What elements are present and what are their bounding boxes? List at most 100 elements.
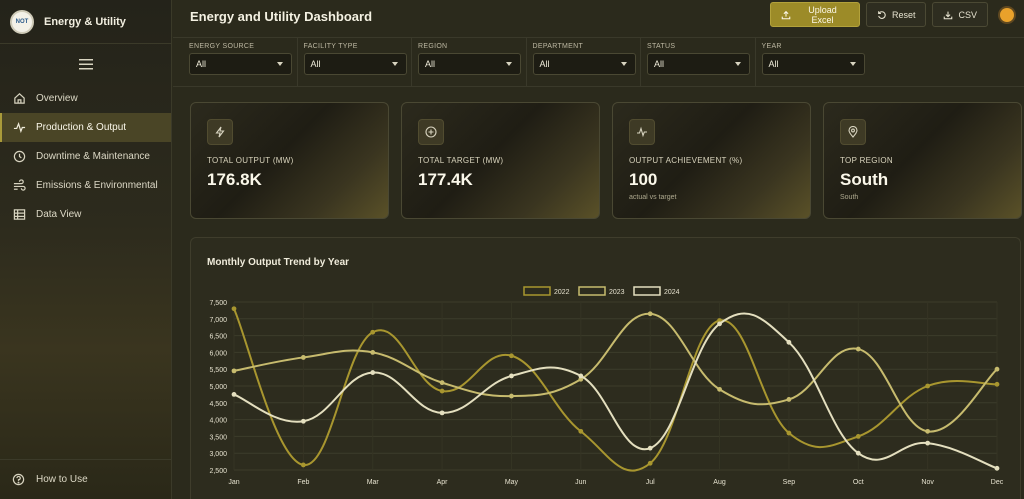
filter-label: YEAR bbox=[761, 43, 782, 50]
y-tick-label: 3,000 bbox=[209, 451, 227, 458]
filter-facility-type: FACILITY TYPE All bbox=[298, 38, 412, 86]
energy-source-select[interactable]: All bbox=[189, 53, 292, 75]
data-point-2023 bbox=[439, 380, 445, 386]
upload-icon bbox=[781, 10, 791, 19]
map-pin-icon bbox=[840, 119, 866, 145]
x-tick-label: Jan bbox=[228, 479, 239, 486]
kpi-subtext: actual vs target bbox=[629, 194, 677, 201]
data-point-2022 bbox=[370, 329, 376, 335]
kpi-value: South bbox=[840, 170, 889, 189]
data-point-2024 bbox=[439, 410, 445, 416]
sidebar-item-emissions-environmental[interactable]: Emissions & Environmental bbox=[0, 171, 171, 200]
select-value: All bbox=[768, 59, 779, 69]
how-to-use-label: How to Use bbox=[36, 474, 88, 485]
sidebar-item-production-output[interactable]: Production & Output bbox=[0, 113, 171, 142]
kpi-value: 177.4K bbox=[418, 170, 473, 189]
y-tick-label: 3,500 bbox=[209, 434, 227, 441]
kpi-value: 100 bbox=[629, 170, 658, 189]
y-tick-label: 4,500 bbox=[209, 401, 227, 408]
data-point-2022 bbox=[509, 353, 514, 359]
x-tick-label: May bbox=[505, 479, 519, 486]
filter-status: STATUS All bbox=[641, 38, 756, 86]
help-circle-icon bbox=[12, 473, 26, 487]
y-tick-label: 6,500 bbox=[209, 334, 227, 341]
data-point-2023 bbox=[925, 428, 931, 434]
data-point-2023 bbox=[786, 397, 792, 402]
data-point-2022 bbox=[855, 434, 861, 439]
y-tick-label: 7,500 bbox=[209, 300, 227, 307]
legend-swatch-2024 bbox=[633, 286, 661, 296]
sidebar-item-data-view[interactable]: Data View bbox=[0, 200, 171, 229]
reset-label: Reset bbox=[891, 9, 916, 20]
x-tick-label: Nov bbox=[921, 479, 934, 486]
facility-type-select[interactable]: All bbox=[303, 53, 407, 75]
sidebar-nav: Overview Production & Output Downtime & … bbox=[0, 84, 171, 229]
data-point-2022 bbox=[925, 383, 931, 389]
select-value: All bbox=[196, 59, 207, 69]
data-point-2024 bbox=[647, 445, 653, 451]
brand[interactable]: NOT Energy & Utility bbox=[0, 0, 171, 44]
department-select[interactable]: All bbox=[532, 53, 636, 75]
csv-export-button[interactable]: CSV bbox=[932, 2, 988, 27]
select-value: All bbox=[425, 59, 436, 69]
data-point-2022 bbox=[647, 460, 653, 466]
wind-icon bbox=[12, 179, 26, 193]
reset-button[interactable]: Reset bbox=[865, 2, 927, 27]
upload-excel-button[interactable]: Upload Excel bbox=[769, 2, 860, 27]
x-tick-label: Oct bbox=[853, 479, 864, 486]
legend-swatch-2022 bbox=[523, 286, 551, 296]
menu-toggle-button[interactable] bbox=[0, 44, 171, 84]
data-point-2022 bbox=[439, 388, 445, 394]
chevron-down-icon bbox=[391, 62, 398, 66]
kpi-card-top-region: TOP REGION South South bbox=[823, 102, 1022, 219]
kpi-row: TOTAL OUTPUT (MW) 176.8K TOTAL TARGET (M… bbox=[190, 102, 1022, 219]
kpi-card-output-achievement: OUTPUT ACHIEVEMENT (%) 100 actual vs tar… bbox=[612, 102, 811, 219]
select-value: All bbox=[310, 59, 321, 69]
x-tick-label: Dec bbox=[991, 479, 1004, 486]
theme-toggle-sun-icon[interactable] bbox=[1000, 7, 1014, 22]
legend-label-2023: 2023 bbox=[609, 289, 625, 296]
chevron-down-icon bbox=[620, 62, 627, 66]
region-select[interactable]: All bbox=[418, 53, 521, 75]
sidebar: NOT Energy & Utility Overview Production… bbox=[0, 0, 172, 499]
x-tick-label: Jun bbox=[575, 479, 586, 486]
target-icon bbox=[418, 119, 444, 145]
data-point-2022 bbox=[300, 462, 306, 468]
series-line-2022 bbox=[233, 308, 998, 472]
home-icon bbox=[12, 92, 26, 106]
data-point-2023 bbox=[994, 366, 1000, 372]
y-tick-label: 5,000 bbox=[209, 384, 227, 391]
chevron-down-icon bbox=[849, 62, 856, 66]
x-tick-label: Feb bbox=[297, 479, 309, 486]
data-point-2024 bbox=[370, 370, 376, 375]
filter-energy-source: ENERGY SOURCE All bbox=[183, 38, 298, 86]
top-actions: Upload Excel Reset CSV bbox=[769, 2, 1014, 27]
table-icon bbox=[12, 208, 26, 222]
x-tick-label: Aug bbox=[713, 479, 726, 486]
status-select[interactable]: All bbox=[647, 53, 750, 75]
filter-department: DEPARTMENT All bbox=[527, 38, 641, 86]
kpi-card-total-target: TOTAL TARGET (MW) 177.4K bbox=[401, 102, 600, 219]
y-tick-label: 6,000 bbox=[209, 350, 227, 357]
kpi-value: 176.8K bbox=[207, 170, 262, 189]
kpi-label: TOTAL OUTPUT (MW) bbox=[207, 156, 294, 165]
filter-region: REGION All bbox=[412, 38, 527, 86]
select-value: All bbox=[654, 59, 665, 69]
data-point-2024 bbox=[994, 465, 1000, 471]
data-point-2024 bbox=[509, 373, 514, 379]
data-point-2023 bbox=[509, 393, 514, 399]
year-select[interactable]: All bbox=[761, 53, 865, 75]
csv-label: CSV bbox=[958, 9, 977, 20]
legend-label-2022: 2022 bbox=[554, 289, 570, 296]
sidebar-item-label: Production & Output bbox=[36, 122, 127, 133]
x-tick-label: Jul bbox=[646, 479, 655, 486]
upload-excel-label: Upload Excel bbox=[808, 4, 837, 25]
data-point-2022 bbox=[994, 381, 1000, 387]
data-point-2024 bbox=[925, 440, 931, 446]
sidebar-item-overview[interactable]: Overview bbox=[0, 84, 171, 113]
data-point-2024 bbox=[855, 450, 861, 456]
filter-label: DEPARTMENT bbox=[532, 43, 584, 50]
how-to-use-link[interactable]: How to Use bbox=[0, 459, 172, 499]
sidebar-item-downtime-maintenance[interactable]: Downtime & Maintenance bbox=[0, 142, 171, 171]
data-point-2022 bbox=[786, 430, 792, 436]
